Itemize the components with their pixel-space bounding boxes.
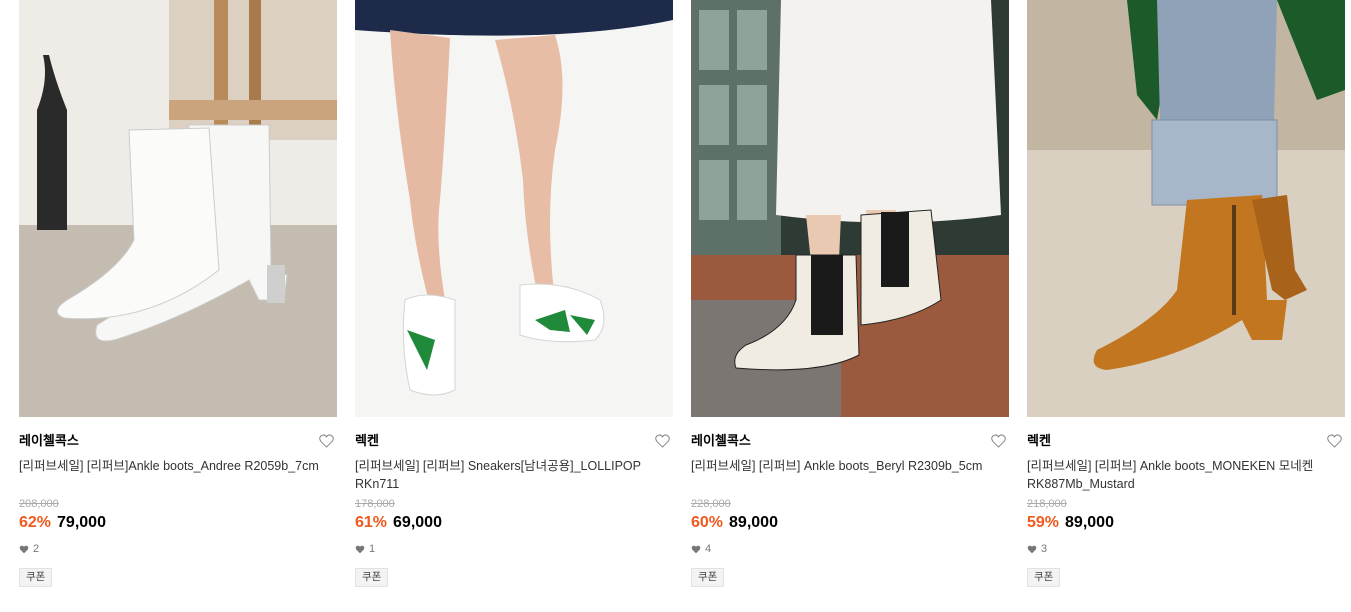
price-row: 61% 69,000 [355, 513, 673, 533]
coupon-badge: 쿠폰 [691, 568, 725, 587]
brand-row: 레이첼콕스 [691, 432, 1009, 450]
price-row: 59% 89,000 [1027, 513, 1345, 533]
heart-filled-icon [1027, 545, 1037, 553]
product-grid: 레이첼콕스 [리퍼브세일] [리퍼브]Ankle boots_Andree R2… [0, 0, 1351, 612]
product-name[interactable]: [리퍼브세일] [리퍼브]Ankle boots_Andree R2059b_7… [19, 457, 329, 493]
product-image[interactable] [19, 0, 337, 417]
brand-row: 렉켄 [355, 432, 673, 450]
price-row: 62% 79,000 [19, 513, 337, 533]
discount-rate: 61% [355, 514, 388, 531]
discount-rate: 59% [1027, 514, 1060, 531]
heart-filled-icon [691, 545, 701, 553]
product-card[interactable]: 레이첼콕스 [리퍼브세일] [리퍼브]Ankle boots_Andree R2… [19, 0, 337, 612]
like-count-value: 3 [1041, 543, 1048, 555]
coupon-badge: 쿠폰 [1027, 568, 1061, 587]
sale-price: 89,000 [729, 514, 778, 531]
coupon-badge: 쿠폰 [19, 568, 53, 587]
product-card[interactable]: 렉켄 [리퍼브세일] [리퍼브] Sneakers[남녀공용]_LOLLIPOP… [355, 0, 673, 612]
brand-row: 렉켄 [1027, 432, 1345, 450]
heart-filled-icon [19, 545, 29, 553]
brand-name[interactable]: 레이첼콕스 [691, 432, 1009, 450]
product-name[interactable]: [리퍼브세일] [리퍼브] Ankle boots_Beryl R2309b_5… [691, 457, 1001, 493]
heart-filled-icon [355, 545, 365, 553]
original-price: 178,000 [355, 498, 395, 510]
product-image[interactable] [1027, 0, 1345, 417]
discount-rate: 60% [691, 514, 724, 531]
sale-price: 89,000 [1065, 514, 1114, 531]
heart-icon[interactable] [319, 434, 334, 448]
sale-price: 79,000 [57, 514, 106, 531]
original-price: 208,000 [19, 498, 59, 510]
brand-name[interactable]: 레이첼콕스 [19, 432, 337, 450]
coupon-badge: 쿠폰 [355, 568, 389, 587]
like-count: 1 [355, 542, 673, 556]
product-name[interactable]: [리퍼브세일] [리퍼브] Sneakers[남녀공용]_LOLLIPOP RK… [355, 457, 665, 493]
original-price: 228,000 [691, 498, 731, 510]
discount-rate: 62% [19, 514, 52, 531]
like-count: 4 [691, 542, 1009, 556]
product-image[interactable] [355, 0, 673, 417]
product-image[interactable] [691, 0, 1009, 417]
price-row: 60% 89,000 [691, 513, 1009, 533]
sale-price: 69,000 [393, 514, 442, 531]
product-card[interactable]: 렉켄 [리퍼브세일] [리퍼브] Ankle boots_MONEKEN 모네켄… [1027, 0, 1345, 612]
original-price: 218,000 [1027, 498, 1067, 510]
like-count: 2 [19, 542, 337, 556]
heart-icon[interactable] [655, 434, 670, 448]
like-count-value: 4 [705, 543, 712, 555]
like-count-value: 2 [33, 543, 40, 555]
heart-icon[interactable] [991, 434, 1006, 448]
product-name[interactable]: [리퍼브세일] [리퍼브] Ankle boots_MONEKEN 모네켄 RK… [1027, 457, 1337, 493]
like-count-value: 1 [369, 543, 376, 555]
like-count: 3 [1027, 542, 1345, 556]
product-card[interactable]: 레이첼콕스 [리퍼브세일] [리퍼브] Ankle boots_Beryl R2… [691, 0, 1009, 612]
heart-icon[interactable] [1327, 434, 1342, 448]
brand-row: 레이첼콕스 [19, 432, 337, 450]
brand-name[interactable]: 렉켄 [1027, 432, 1345, 450]
brand-name[interactable]: 렉켄 [355, 432, 673, 450]
